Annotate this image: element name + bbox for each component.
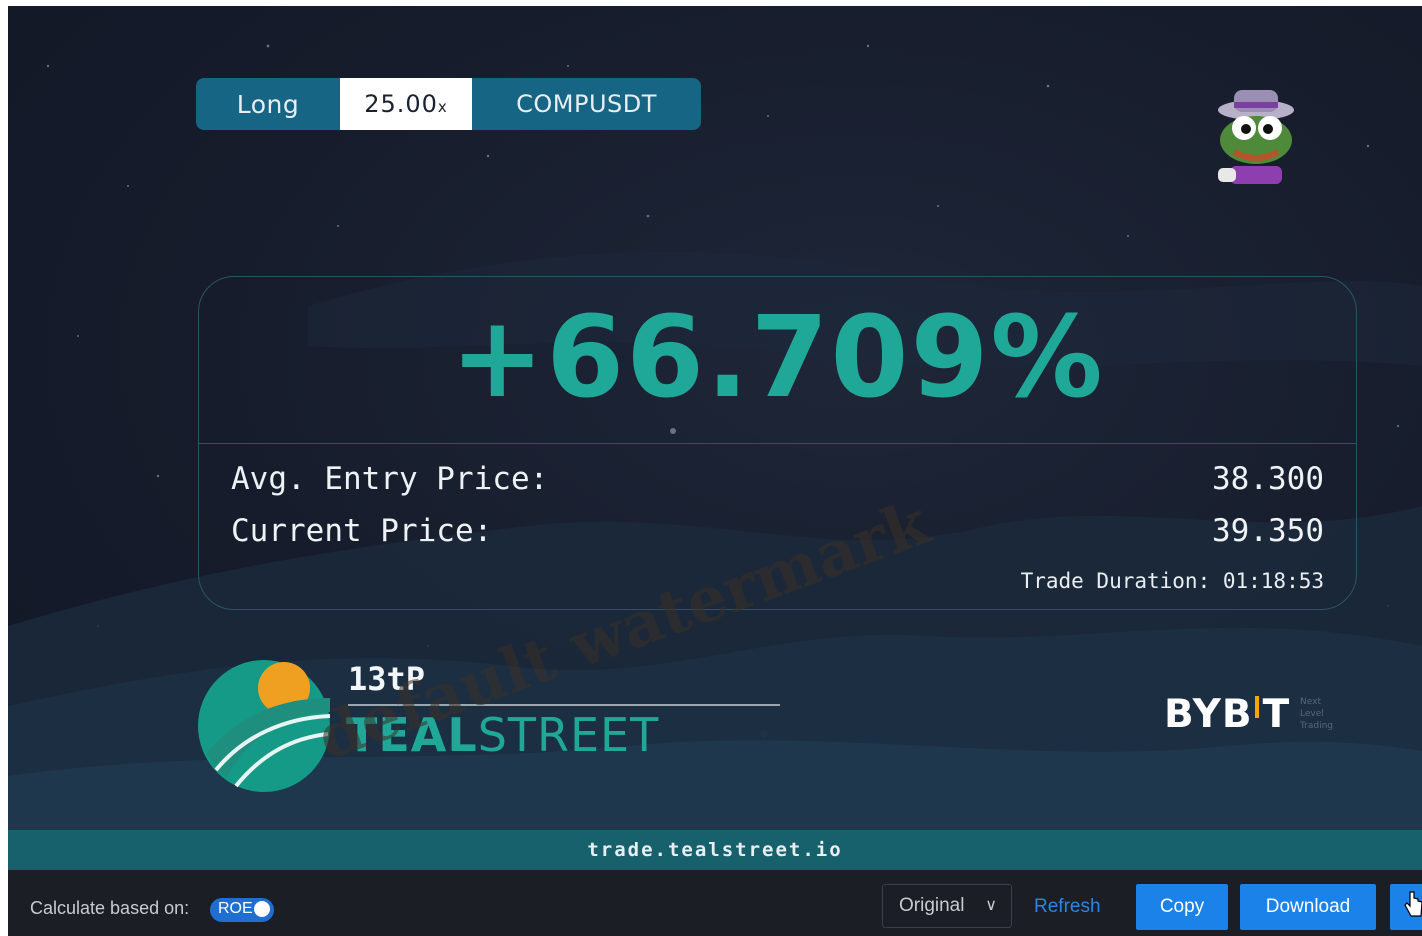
bybit-accent-bar — [1254, 696, 1259, 718]
trade-duration: Trade Duration: 01:18:53 — [1020, 569, 1324, 593]
bybit-tag-line: Level — [1300, 709, 1324, 719]
footer-url: trade.tealstreet.io — [8, 830, 1422, 870]
select-value: Original — [899, 895, 965, 916]
bybit-text-b: T — [1262, 692, 1291, 737]
chevron-down-icon: ∨ — [985, 897, 997, 914]
entry-price-label: Avg. Entry Price: — [231, 461, 549, 497]
current-price-value: 39.350 — [1212, 513, 1324, 549]
leverage-suffix: x — [437, 98, 448, 116]
image-size-select[interactable]: Original ∨ — [882, 884, 1012, 928]
roe-toggle[interactable]: ROE — [210, 898, 274, 922]
pnl-share-card: Long 25.00x COMPUSDT +66.709% Avg. Entry… — [8, 6, 1422, 870]
entry-price-row: Avg. Entry Price: 38.300 — [231, 461, 1324, 497]
brand-bold: TEAL — [346, 708, 478, 762]
toggle-knob — [254, 901, 270, 917]
username: 13tP — [348, 660, 426, 698]
current-price-row: Current Price: 39.350 — [231, 513, 1324, 549]
hand-cursor-icon — [1404, 891, 1422, 917]
frog-avatar-icon — [1218, 90, 1294, 184]
pnl-panel: +66.709% Avg. Entry Price: 38.300 Curren… — [198, 276, 1357, 610]
leverage-value: 25.00 — [364, 90, 438, 118]
copy-button[interactable]: Copy — [1136, 884, 1228, 930]
current-price-label: Current Price: — [231, 513, 493, 549]
username-underline — [348, 704, 780, 706]
tealstreet-logo-icon — [198, 660, 331, 792]
bybit-text-a: BYB — [1164, 692, 1253, 737]
pnl-percentage: +66.709% — [450, 293, 1105, 423]
entry-price-value: 38.300 — [1212, 461, 1324, 497]
panel-divider — [199, 443, 1356, 444]
bybit-tag-line: Trading — [1300, 721, 1334, 731]
bybit-logo: BYB T — [1164, 692, 1290, 737]
bybit-tagline: Next Level Trading — [1300, 696, 1333, 732]
leverage-badge: 25.00x — [340, 78, 472, 130]
bybit-tag-line: Next — [1300, 697, 1321, 707]
position-side: Long — [236, 89, 300, 119]
position-pill: Long 25.00x COMPUSDT — [196, 78, 701, 130]
download-button[interactable]: Download — [1240, 884, 1376, 930]
share-toolbar: Calculate based on: ROE Original ∨ Refre… — [8, 870, 1422, 936]
brand-light: STREET — [477, 708, 660, 762]
refresh-link[interactable]: Refresh — [1034, 896, 1101, 918]
roe-toggle-label: ROE — [218, 900, 253, 917]
calculate-label: Calculate based on: — [30, 898, 190, 918]
symbol-label: COMPUSDT — [516, 90, 657, 118]
brand-wordmark: TEALSTREET — [346, 708, 659, 762]
